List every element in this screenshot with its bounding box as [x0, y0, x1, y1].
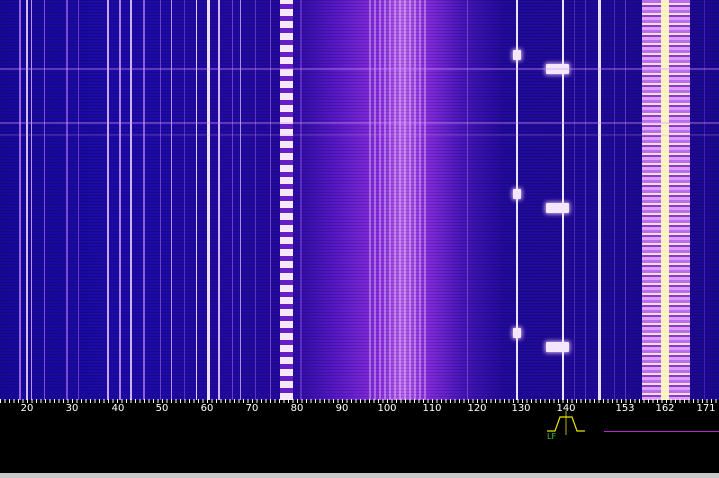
signal-line: [44, 0, 45, 400]
signal-line: [240, 0, 241, 400]
frequency-tick-label: 120: [467, 403, 487, 414]
signal-line: [232, 0, 233, 400]
signal-line: [130, 0, 132, 400]
filter-mode-label: LF: [547, 432, 557, 441]
signal-line: [574, 0, 575, 400]
signal-line: [119, 0, 121, 400]
signal-line: [255, 0, 256, 400]
signal-line: [66, 0, 68, 400]
frequency-tick-label: 60: [200, 403, 214, 414]
signal-line: [625, 0, 626, 400]
status-bar: [0, 473, 719, 478]
interference-band: [0, 134, 719, 136]
signal-line: [661, 0, 669, 400]
signal-line: [516, 0, 518, 400]
frequency-tick-label: 100: [377, 403, 397, 414]
signal-line: [31, 0, 32, 400]
signal-line: [270, 0, 271, 400]
signal-line: [78, 0, 79, 400]
signal-burst: [513, 328, 521, 338]
signal-burst: [513, 189, 521, 199]
signal-line: [160, 0, 161, 400]
frequency-tick-label: 50: [155, 403, 169, 414]
signal-line: [585, 0, 586, 400]
frequency-tick-label: 40: [111, 403, 125, 414]
signal-line: [143, 0, 145, 400]
frequency-tick-label: 30: [65, 403, 79, 414]
signal-line: [171, 0, 172, 400]
signal-line: [19, 0, 21, 400]
signal-line: [467, 0, 468, 400]
signal-line: [207, 0, 210, 400]
signal-line: [562, 0, 564, 400]
signal-burst: [546, 342, 569, 352]
signal-line: [598, 0, 601, 400]
level-marker-line: [604, 431, 719, 432]
frequency-tick-label: 90: [335, 403, 349, 414]
spectrum-waterfall[interactable]: [0, 0, 719, 400]
frequency-tick-label: 70: [245, 403, 259, 414]
frequency-tick-label: 80: [290, 403, 304, 414]
frequency-tick-label: 162: [655, 403, 675, 414]
signal-line: [614, 0, 615, 400]
interference-band: [0, 122, 719, 124]
signal-burst: [546, 203, 569, 213]
frequency-tick-label: 110: [422, 403, 442, 414]
frequency-tick-label: 171: [696, 403, 716, 414]
signal-line: [704, 0, 705, 400]
signal-line: [369, 0, 427, 400]
signal-line: [280, 0, 293, 400]
signal-burst: [513, 50, 521, 60]
frequency-tick-label: 20: [20, 403, 34, 414]
interference-band: [0, 68, 719, 70]
signal-line: [218, 0, 220, 400]
signal-line: [107, 0, 109, 400]
frequency-tick-label: 153: [615, 403, 635, 414]
sdr-waterfall-window: 20 30 40 50 60 70 80 90 100 110 120 130 …: [0, 0, 719, 478]
signal-line: [196, 0, 197, 400]
signal-line: [300, 0, 302, 400]
signal-line: [26, 0, 28, 400]
frequency-tick-label: 130: [511, 403, 531, 414]
signal-line: [184, 0, 185, 400]
